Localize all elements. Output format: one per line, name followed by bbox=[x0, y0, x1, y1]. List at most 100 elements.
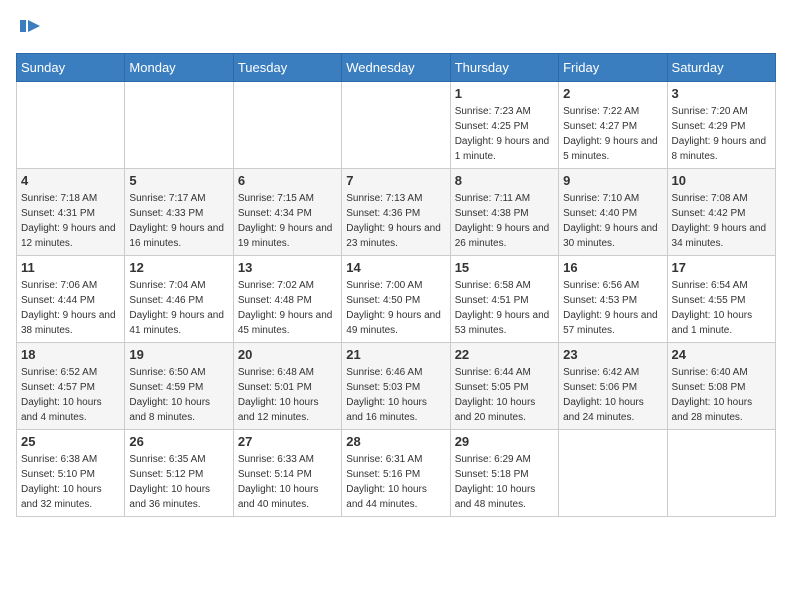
calendar-cell: 6Sunrise: 7:15 AMSunset: 4:34 PMDaylight… bbox=[233, 169, 341, 256]
day-info: Sunrise: 7:17 AMSunset: 4:33 PMDaylight:… bbox=[129, 191, 228, 251]
calendar-cell bbox=[667, 430, 775, 517]
day-number: 19 bbox=[129, 347, 228, 362]
calendar-cell: 10 Sunrise: 7:08 AMSunset: 4:42 PMDayligh… bbox=[667, 169, 775, 256]
day-number: 26 bbox=[129, 434, 228, 449]
day-info: Sunrise: 6:35 AMSunset: 5:12 PMDaylight:… bbox=[129, 452, 228, 512]
calendar-cell: 12Sunrise: 7:04 AMSunset: 4:46 PMDayligh… bbox=[125, 256, 233, 343]
day-info: Sunrise: 7:20 AMSunset: 4:29 PMDaylight:… bbox=[672, 104, 771, 164]
calendar-header-sunday: Sunday bbox=[17, 54, 125, 82]
calendar-cell bbox=[559, 430, 667, 517]
calendar-cell: 9 Sunrise: 7:10 AMSunset: 4:40 PMDaylight… bbox=[559, 169, 667, 256]
calendar-cell: 28 Sunrise: 6:31 AMSunset: 5:16 PMDayligh… bbox=[342, 430, 450, 517]
calendar-cell bbox=[233, 82, 341, 169]
day-info: Sunrise: 7:11 AMSunset: 4:38 PMDaylight:… bbox=[455, 191, 554, 251]
day-number: 15 bbox=[455, 260, 554, 275]
calendar-week-4: 18Sunrise: 6:52 AMSunset: 4:57 PMDayligh… bbox=[17, 343, 776, 430]
calendar-cell: 4Sunrise: 7:18 AMSunset: 4:31 PMDaylight… bbox=[17, 169, 125, 256]
calendar-cell: 3 Sunrise: 7:20 AMSunset: 4:29 PMDaylight… bbox=[667, 82, 775, 169]
calendar-cell: 27 Sunrise: 6:33 AMSunset: 5:14 PMDayligh… bbox=[233, 430, 341, 517]
day-number: 7 bbox=[346, 173, 445, 188]
day-number: 9 bbox=[563, 173, 662, 188]
day-info: Sunrise: 7:06 AMSunset: 4:44 PMDaylight:… bbox=[21, 278, 120, 338]
page-header bbox=[16, 16, 776, 45]
day-info: Sunrise: 6:33 AMSunset: 5:14 PMDaylight:… bbox=[238, 452, 337, 512]
day-number: 28 bbox=[346, 434, 445, 449]
day-info: Sunrise: 7:02 AMSunset: 4:48 PMDaylight:… bbox=[238, 278, 337, 338]
calendar-cell: 2 Sunrise: 7:22 AMSunset: 4:27 PMDaylight… bbox=[559, 82, 667, 169]
day-info: Sunrise: 6:44 AMSunset: 5:05 PMDaylight:… bbox=[455, 365, 554, 425]
logo-text bbox=[16, 16, 42, 45]
calendar-cell: 25 Sunrise: 6:38 AMSunset: 5:10 PMDayligh… bbox=[17, 430, 125, 517]
calendar-cell: 24 Sunrise: 6:40 AMSunset: 5:08 PMDayligh… bbox=[667, 343, 775, 430]
calendar-header-tuesday: Tuesday bbox=[233, 54, 341, 82]
calendar-cell: 5 Sunrise: 7:17 AMSunset: 4:33 PMDaylight… bbox=[125, 169, 233, 256]
day-number: 21 bbox=[346, 347, 445, 362]
day-info: Sunrise: 7:22 AMSunset: 4:27 PMDaylight:… bbox=[563, 104, 662, 164]
calendar-body: 1 Sunrise: 7:23 AMSunset: 4:25 PMDaylight… bbox=[17, 82, 776, 517]
day-number: 4 bbox=[21, 173, 120, 188]
calendar-cell: 11 Sunrise: 7:06 AMSunset: 4:44 PMDayligh… bbox=[17, 256, 125, 343]
day-number: 5 bbox=[129, 173, 228, 188]
calendar-header-row: SundayMondayTuesdayWednesdayThursdayFrid… bbox=[17, 54, 776, 82]
logo-icon bbox=[18, 16, 42, 40]
day-info: Sunrise: 6:50 AMSunset: 4:59 PMDaylight:… bbox=[129, 365, 228, 425]
day-number: 2 bbox=[563, 86, 662, 101]
calendar-cell: 8 Sunrise: 7:11 AMSunset: 4:38 PMDaylight… bbox=[450, 169, 558, 256]
calendar-cell: 7Sunrise: 7:13 AMSunset: 4:36 PMDaylight… bbox=[342, 169, 450, 256]
calendar-cell: 16Sunrise: 6:56 AMSunset: 4:53 PMDayligh… bbox=[559, 256, 667, 343]
calendar-header-wednesday: Wednesday bbox=[342, 54, 450, 82]
day-info: Sunrise: 7:08 AMSunset: 4:42 PMDaylight:… bbox=[672, 191, 771, 251]
calendar-cell: 19 Sunrise: 6:50 AMSunset: 4:59 PMDayligh… bbox=[125, 343, 233, 430]
day-info: Sunrise: 6:58 AMSunset: 4:51 PMDaylight:… bbox=[455, 278, 554, 338]
calendar-cell bbox=[125, 82, 233, 169]
day-number: 13 bbox=[238, 260, 337, 275]
calendar-cell: 21 Sunrise: 6:46 AMSunset: 5:03 PMDayligh… bbox=[342, 343, 450, 430]
calendar-week-1: 1 Sunrise: 7:23 AMSunset: 4:25 PMDaylight… bbox=[17, 82, 776, 169]
day-number: 17 bbox=[672, 260, 771, 275]
day-number: 3 bbox=[672, 86, 771, 101]
day-info: Sunrise: 6:46 AMSunset: 5:03 PMDaylight:… bbox=[346, 365, 445, 425]
calendar-cell: 17 Sunrise: 6:54 AMSunset: 4:55 PMDayligh… bbox=[667, 256, 775, 343]
calendar-week-3: 11 Sunrise: 7:06 AMSunset: 4:44 PMDayligh… bbox=[17, 256, 776, 343]
day-number: 10 bbox=[672, 173, 771, 188]
calendar-week-5: 25 Sunrise: 6:38 AMSunset: 5:10 PMDayligh… bbox=[17, 430, 776, 517]
day-info: Sunrise: 6:40 AMSunset: 5:08 PMDaylight:… bbox=[672, 365, 771, 425]
day-number: 16 bbox=[563, 260, 662, 275]
day-number: 8 bbox=[455, 173, 554, 188]
calendar-week-2: 4Sunrise: 7:18 AMSunset: 4:31 PMDaylight… bbox=[17, 169, 776, 256]
day-number: 20 bbox=[238, 347, 337, 362]
day-number: 23 bbox=[563, 347, 662, 362]
day-number: 25 bbox=[21, 434, 120, 449]
calendar-header-monday: Monday bbox=[125, 54, 233, 82]
day-info: Sunrise: 6:31 AMSunset: 5:16 PMDaylight:… bbox=[346, 452, 445, 512]
day-number: 14 bbox=[346, 260, 445, 275]
calendar-cell: 14 Sunrise: 7:00 AMSunset: 4:50 PMDayligh… bbox=[342, 256, 450, 343]
day-info: Sunrise: 6:38 AMSunset: 5:10 PMDaylight:… bbox=[21, 452, 120, 512]
day-number: 29 bbox=[455, 434, 554, 449]
calendar-cell: 22 Sunrise: 6:44 AMSunset: 5:05 PMDayligh… bbox=[450, 343, 558, 430]
calendar-cell: 20 Sunrise: 6:48 AMSunset: 5:01 PMDayligh… bbox=[233, 343, 341, 430]
calendar-cell: 29 Sunrise: 6:29 AMSunset: 5:18 PMDayligh… bbox=[450, 430, 558, 517]
day-number: 22 bbox=[455, 347, 554, 362]
day-number: 24 bbox=[672, 347, 771, 362]
day-info: Sunrise: 6:52 AMSunset: 4:57 PMDaylight:… bbox=[21, 365, 120, 425]
day-number: 11 bbox=[21, 260, 120, 275]
day-info: Sunrise: 6:42 AMSunset: 5:06 PMDaylight:… bbox=[563, 365, 662, 425]
day-info: Sunrise: 7:10 AMSunset: 4:40 PMDaylight:… bbox=[563, 191, 662, 251]
calendar-cell: 13 Sunrise: 7:02 AMSunset: 4:48 PMDayligh… bbox=[233, 256, 341, 343]
calendar-cell: 23 Sunrise: 6:42 AMSunset: 5:06 PMDayligh… bbox=[559, 343, 667, 430]
logo bbox=[16, 16, 42, 45]
day-info: Sunrise: 6:29 AMSunset: 5:18 PMDaylight:… bbox=[455, 452, 554, 512]
day-number: 1 bbox=[455, 86, 554, 101]
day-info: Sunrise: 6:54 AMSunset: 4:55 PMDaylight:… bbox=[672, 278, 771, 338]
calendar-cell: 26 Sunrise: 6:35 AMSunset: 5:12 PMDayligh… bbox=[125, 430, 233, 517]
day-info: Sunrise: 7:00 AMSunset: 4:50 PMDaylight:… bbox=[346, 278, 445, 338]
day-info: Sunrise: 6:48 AMSunset: 5:01 PMDaylight:… bbox=[238, 365, 337, 425]
day-number: 12 bbox=[129, 260, 228, 275]
day-number: 27 bbox=[238, 434, 337, 449]
day-info: Sunrise: 7:23 AMSunset: 4:25 PMDaylight:… bbox=[455, 104, 554, 164]
day-number: 6 bbox=[238, 173, 337, 188]
calendar-table: SundayMondayTuesdayWednesdayThursdayFrid… bbox=[16, 53, 776, 517]
calendar-header-friday: Friday bbox=[559, 54, 667, 82]
calendar-header-saturday: Saturday bbox=[667, 54, 775, 82]
